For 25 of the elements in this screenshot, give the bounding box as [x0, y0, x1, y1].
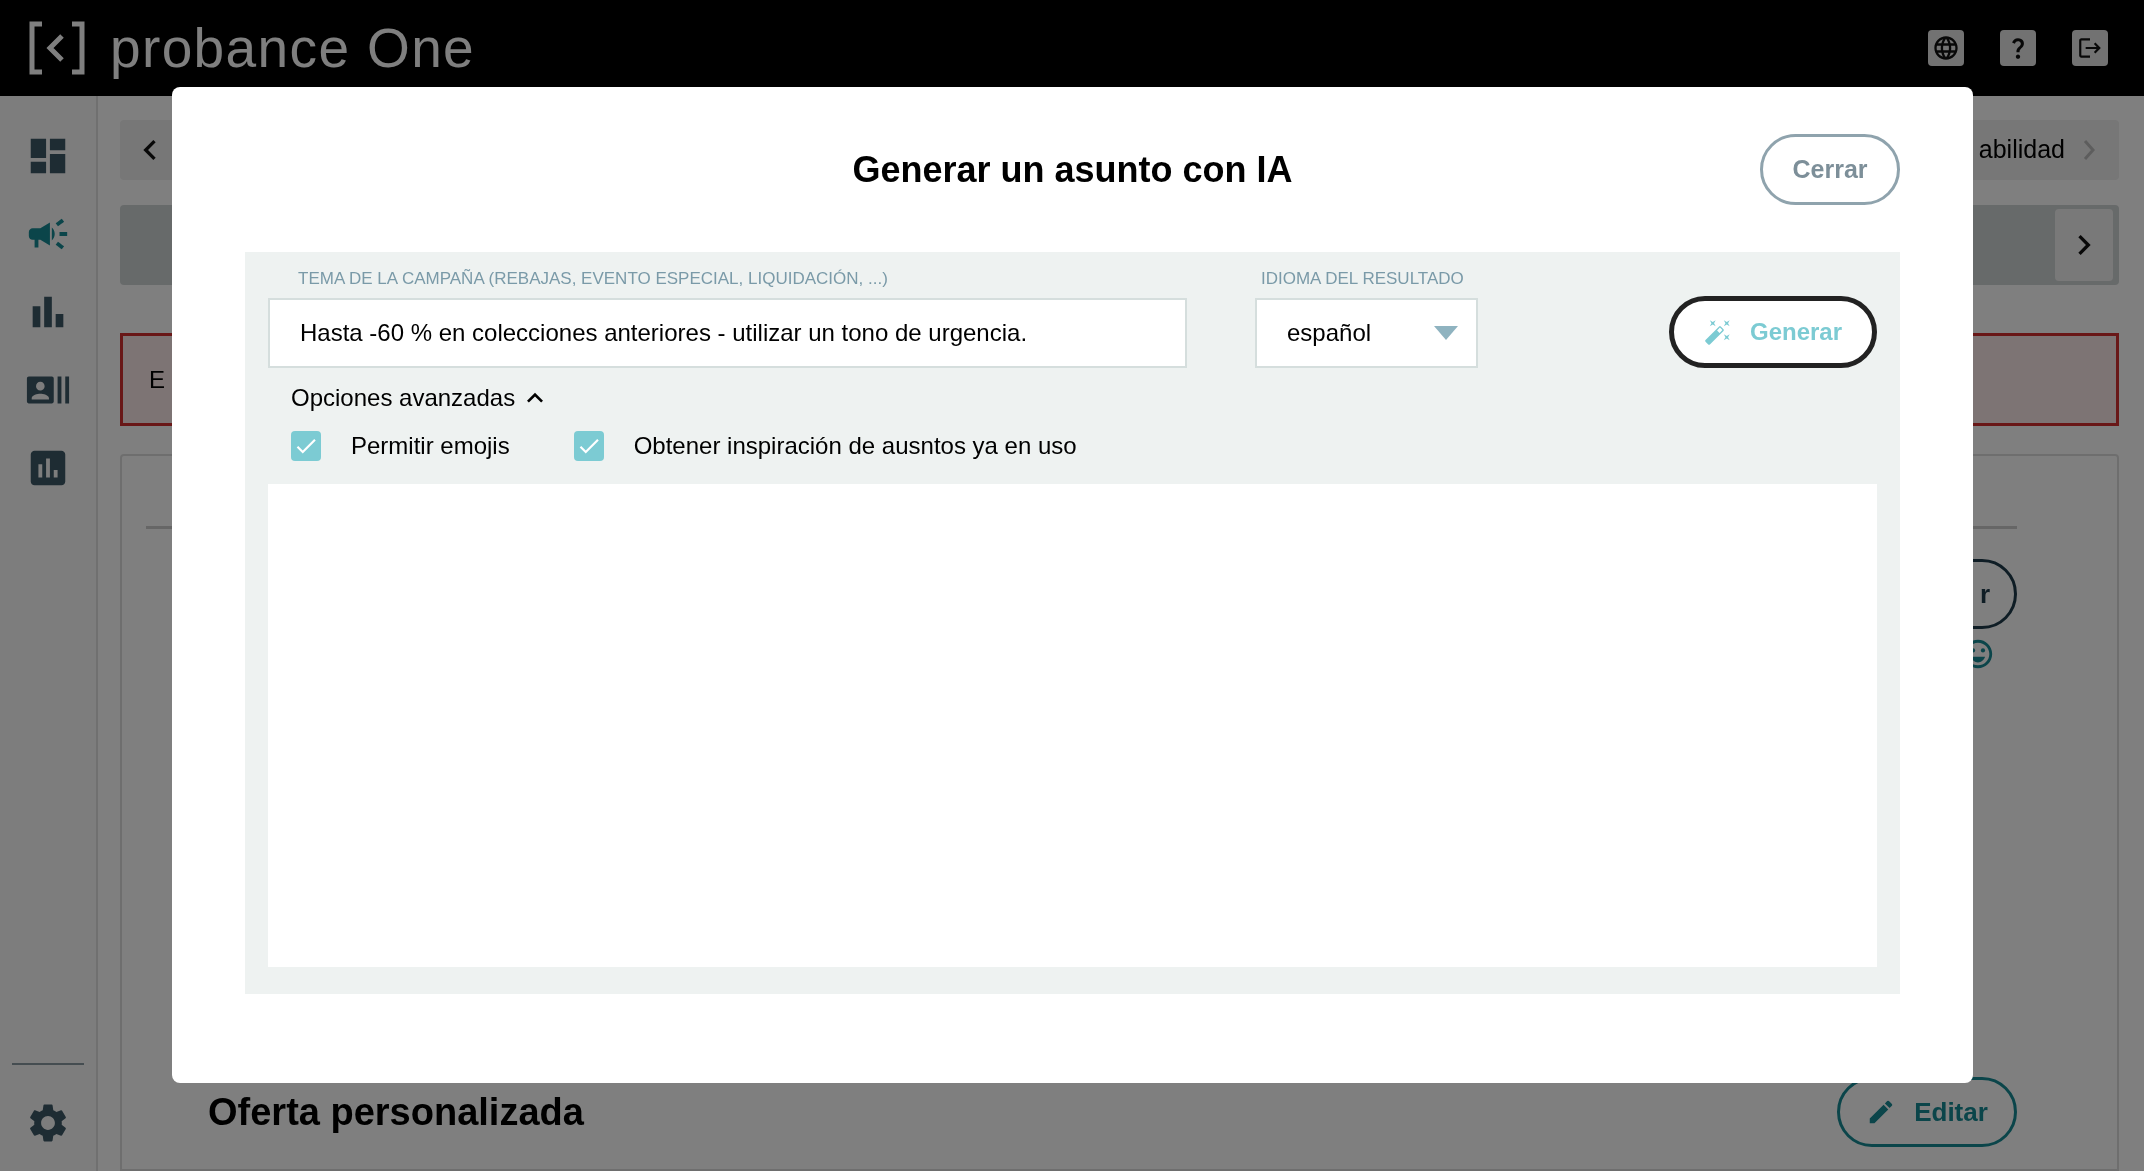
- checkbox[interactable]: [291, 430, 321, 461]
- logout-icon: [2077, 35, 2103, 61]
- globe-icon: [1932, 34, 1960, 62]
- advanced-options-toggle[interactable]: Opciones avanzadas: [291, 379, 552, 416]
- field-label: IDIOMA DEL RESULTADO: [1260, 268, 1465, 290]
- bracket-logo-icon: [28, 20, 86, 76]
- alert-text: E: [149, 364, 165, 395]
- magic-wand-icon: [1703, 317, 1732, 346]
- next-button[interactable]: [2055, 209, 2113, 281]
- chevron-right-icon: [2083, 139, 2095, 161]
- field-label: TEMA DE LA CAMPAÑA (REBAJAS, EVENTO ESPECIAL, LIQUIDACIÓN, ...): [297, 268, 889, 290]
- checkbox[interactable]: [573, 430, 604, 461]
- language-button[interactable]: [1928, 30, 1964, 66]
- checkbox-label: Obtener inspiración de ausntos ya en uso: [633, 430, 1077, 461]
- help-button[interactable]: [2000, 30, 2036, 66]
- language-select[interactable]: español: [1255, 297, 1478, 368]
- dropdown-triangle-icon: [1434, 325, 1458, 340]
- close-button[interactable]: Cerrar: [1760, 134, 1900, 205]
- app-name: probance One: [110, 15, 476, 81]
- logout-button[interactable]: [2072, 30, 2108, 66]
- dialog-title: Generar un asunto con IA: [852, 147, 1293, 192]
- topic-field[interactable]: Hasta -60 % en colecciones anteriores - utilizar un tono de urgencia.: [268, 297, 1187, 368]
- breadcrumb-item[interactable]: abilidad: [1978, 131, 2065, 169]
- section-title: Oferta personalizada: [208, 1089, 584, 1135]
- checkbox-label: Permitir emojis: [351, 430, 510, 461]
